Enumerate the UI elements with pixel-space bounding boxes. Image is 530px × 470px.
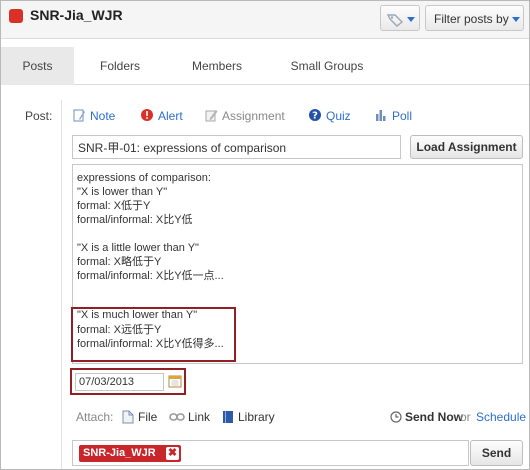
- body-line: formal/informal: X比Y低一点...: [77, 270, 224, 282]
- tag-icon: [386, 14, 415, 27]
- assignment-body-textarea[interactable]: expressions of comparison: "X is lower t…: [72, 164, 523, 364]
- post-type-note-label: Note: [90, 109, 116, 123]
- recipient-name: SNR-Jia_WJR: [83, 447, 156, 459]
- body-line: formal/informal: X比Y低得多...: [77, 338, 224, 350]
- body-line: "X is lower than Y": [77, 186, 168, 198]
- attach-link-label: Link: [188, 410, 211, 424]
- tab-posts[interactable]: Posts: [1, 47, 74, 85]
- body-line: formal/informal: X比Y低: [77, 214, 193, 226]
- recipients-field[interactable]: SNR-Jia_WJR ✖: [72, 440, 469, 466]
- tab-small-groups[interactable]: Small Groups: [279, 47, 375, 85]
- group-tabs: Posts Folders Members Small Groups: [1, 47, 529, 85]
- or-text: or: [460, 410, 471, 424]
- alert-icon: [141, 109, 153, 121]
- app-window: SNR-Jia_WJR Filter posts by Posts Folder…: [0, 0, 530, 470]
- attach-file-label: File: [138, 410, 158, 424]
- post-type-poll-label: Poll: [392, 109, 413, 123]
- body-line: formal: X低于Y: [77, 200, 151, 212]
- calendar-icon[interactable]: [168, 374, 182, 388]
- group-color-icon: [9, 9, 23, 23]
- post-type-quiz-label: Quiz: [326, 109, 351, 123]
- tab-folders[interactable]: Folders: [85, 47, 155, 85]
- post-label: Post:: [25, 109, 53, 123]
- filter-posts-label: Filter posts by: [434, 12, 509, 26]
- recipient-chip[interactable]: SNR-Jia_WJR ✖: [79, 445, 181, 462]
- send-button[interactable]: Send: [470, 440, 523, 466]
- schedule-link[interactable]: Schedule: [476, 409, 526, 425]
- assignment-icon: [205, 110, 218, 122]
- clock-icon: [390, 411, 402, 423]
- body-line: formal: X略低于Y: [77, 256, 162, 268]
- post-type-alert-label: Alert: [158, 109, 183, 123]
- file-icon: [122, 410, 134, 424]
- assignment-title-input[interactable]: [72, 135, 401, 159]
- send-now-label: Send Now: [405, 410, 464, 424]
- attach-label: Attach:: [76, 410, 114, 424]
- attach-library-label: Library: [238, 410, 275, 424]
- group-title: SNR-Jia_WJR: [30, 7, 123, 23]
- filter-posts-button[interactable]: Filter posts by: [425, 5, 524, 31]
- body-line: formal: X远低于Y: [77, 324, 162, 336]
- link-icon: [169, 413, 185, 421]
- group-header: SNR-Jia_WJR Filter posts by: [1, 1, 529, 39]
- note-icon: [73, 109, 85, 122]
- body-line: "X is a little lower than Y": [77, 242, 199, 254]
- quiz-icon: ?: [309, 109, 321, 122]
- body-line: "X is much lower than Y": [77, 309, 198, 321]
- due-date-input[interactable]: [75, 373, 164, 391]
- tab-members[interactable]: Members: [179, 47, 255, 85]
- remove-recipient-icon[interactable]: ✖: [166, 447, 179, 460]
- post-type-assignment-label: Assignment: [222, 109, 285, 123]
- library-icon: [223, 411, 233, 423]
- svg-text:?: ?: [312, 111, 318, 122]
- load-assignment-button[interactable]: Load Assignment: [410, 135, 523, 159]
- due-date-highlight: [70, 368, 186, 395]
- tag-filter-button[interactable]: [380, 5, 420, 31]
- body-line: expressions of comparison:: [77, 172, 211, 184]
- chevron-down-icon: [512, 17, 520, 22]
- poll-icon: [376, 110, 386, 121]
- attach-row: Attach: File Link Library Send Now or Sc…: [72, 409, 526, 425]
- composer-divider: [61, 100, 62, 469]
